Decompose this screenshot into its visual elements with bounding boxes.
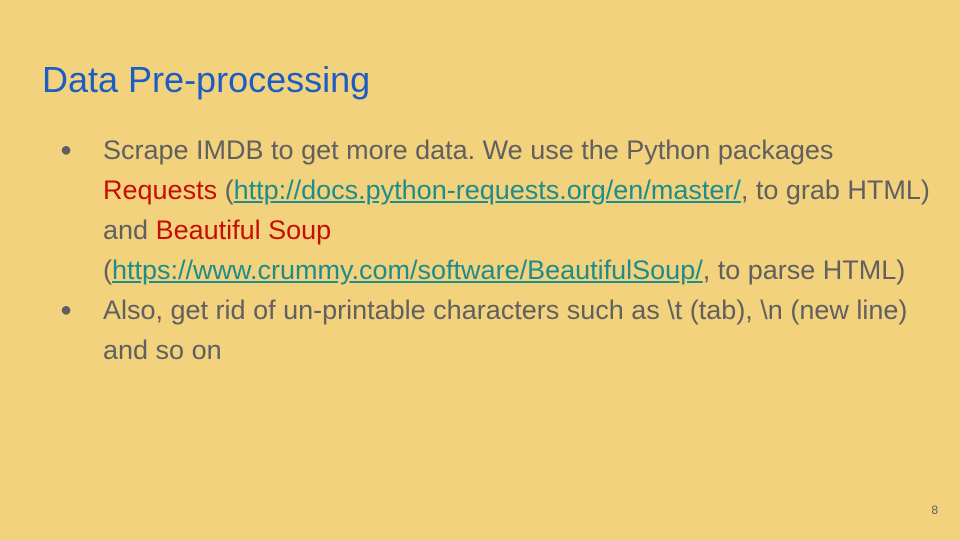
slide-title: Data Pre-processing (42, 59, 371, 100)
bullet-icon: ● (59, 299, 73, 321)
beautiful-soup-link[interactable]: https://www.crummy.com/software/Beautifu… (112, 255, 703, 285)
bullet-text: ( (217, 175, 234, 205)
bullet-item-scraping: ● Scrape IMDB to get more data. We use t… (56, 130, 936, 290)
bullet-item-cleanup: ● Also, get rid of un-printable characte… (56, 290, 936, 370)
bullet-text: , to parse HTML) (702, 255, 906, 285)
slide: Data Pre-processing ● Scrape IMDB to get… (0, 0, 960, 540)
bullet-text: Also, get rid of un-printable characters… (103, 295, 908, 365)
bullet-icon: ● (59, 139, 73, 161)
requests-label: Requests (103, 175, 218, 205)
beautiful-soup-label: Beautiful Soup (155, 215, 332, 245)
requests-link[interactable]: http://docs.python-requests.org/en/maste… (234, 175, 741, 205)
bullet-text: ( (103, 255, 112, 285)
bullet-list: ● Scrape IMDB to get more data. We use t… (56, 130, 936, 370)
page-number: 8 (931, 503, 938, 517)
bullet-text: Scrape IMDB to get more data. We use the… (103, 135, 834, 165)
